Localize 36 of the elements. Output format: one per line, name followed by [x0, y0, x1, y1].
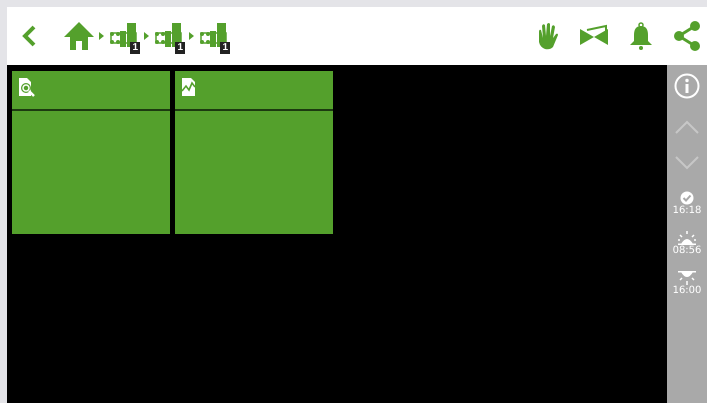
breadcrumb-button[interactable]: 1: [108, 20, 140, 52]
bell-icon: [629, 22, 653, 50]
document-search-icon: [18, 77, 36, 97]
dashboard-tile[interactable]: [12, 71, 170, 234]
sunset-icon: [678, 271, 696, 285]
count-badge: 1: [130, 42, 140, 54]
chevron-left-icon: [21, 24, 37, 48]
valve-button[interactable]: [579, 24, 609, 48]
chevron-down-icon: [674, 155, 700, 171]
plant-icon: [199, 20, 229, 48]
triangle-right-icon: [99, 32, 104, 40]
home-button[interactable]: [63, 21, 95, 51]
share-icon: [673, 21, 701, 51]
chevron-up-icon: [674, 119, 700, 135]
count-badge: 1: [175, 42, 185, 54]
info-button[interactable]: [674, 73, 700, 99]
home-icon: [63, 21, 95, 51]
clock-check-icon: [680, 191, 694, 205]
valve-icon: [579, 24, 609, 48]
plant-icon: [109, 20, 139, 48]
document-chart-icon: [181, 77, 197, 97]
breadcrumb-button[interactable]: 1: [198, 20, 230, 52]
count-badge: 1: [220, 42, 230, 54]
sunrise-icon: [678, 231, 696, 245]
event-time: 08:56: [672, 245, 702, 257]
info-icon: [674, 73, 700, 99]
event-time: 16:18: [672, 205, 702, 217]
alarm-button[interactable]: [629, 22, 653, 50]
plant-icon: [154, 20, 184, 48]
triangle-right-icon: [189, 32, 194, 40]
triangle-right-icon: [144, 32, 149, 40]
breadcrumb-button[interactable]: 1: [153, 20, 185, 52]
event-time: 16:00: [672, 285, 702, 297]
dashboard-tile[interactable]: [175, 71, 333, 234]
share-button[interactable]: [673, 21, 701, 51]
back-button[interactable]: [21, 24, 37, 48]
